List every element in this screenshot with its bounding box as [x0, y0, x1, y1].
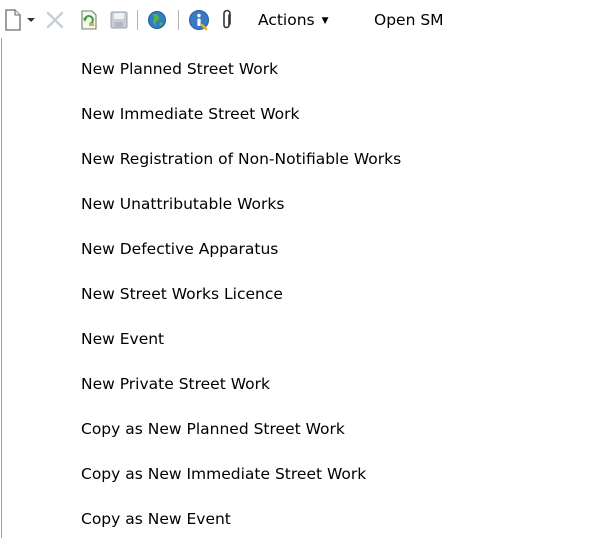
info-button[interactable]: [184, 8, 214, 32]
toolbar-separator: [137, 10, 138, 30]
menu-item-new-street-works-licence[interactable]: New Street Works Licence: [81, 278, 291, 310]
menu-item-new-private-street-work[interactable]: New Private Street Work: [81, 368, 278, 400]
chevron-down-icon: ▼: [321, 16, 329, 26]
toolbar: Actions ▼ Open SM: [0, 0, 593, 40]
new-document-button[interactable]: [4, 8, 40, 32]
attachment-button[interactable]: [214, 8, 240, 32]
globe-button[interactable]: [142, 8, 172, 32]
open-sm-button[interactable]: Open SM: [374, 8, 444, 32]
new-dropdown-menu: New Planned Street Work New Immediate St…: [1, 38, 591, 538]
menu-item-new-unattributable-works[interactable]: New Unattributable Works: [81, 188, 292, 220]
save-button[interactable]: [106, 8, 132, 32]
chevron-down-icon[interactable]: [26, 16, 36, 24]
new-document-icon: [5, 9, 21, 31]
screen: Actions ▼ Open SM New Planned Street Work…: [0, 0, 593, 538]
menu-item-copy-as-new-immediate-street-work[interactable]: Copy as New Immediate Street Work: [81, 458, 374, 490]
menu-item-new-planned-street-work[interactable]: New Planned Street Work: [81, 53, 286, 85]
refresh-document-button[interactable]: [76, 8, 102, 32]
menu-item-copy-as-new-event[interactable]: Copy as New Event: [81, 503, 239, 535]
delete-button[interactable]: [42, 8, 68, 32]
actions-label: Actions: [258, 11, 315, 29]
delete-x-icon: [46, 11, 64, 29]
open-sm-label: Open SM: [374, 11, 444, 29]
info-icon: [189, 10, 209, 31]
menu-item-new-event[interactable]: New Event: [81, 323, 172, 355]
actions-menu-button[interactable]: Actions ▼: [258, 8, 329, 32]
globe-icon: [148, 11, 166, 29]
menu-item-new-defective-apparatus[interactable]: New Defective Apparatus: [81, 233, 286, 265]
save-disk-icon: [110, 11, 128, 29]
menu-item-new-immediate-street-work[interactable]: New Immediate Street Work: [81, 98, 308, 130]
refresh-document-icon: [81, 10, 97, 30]
menu-item-copy-as-new-planned-street-work[interactable]: Copy as New Planned Street Work: [81, 413, 353, 445]
toolbar-separator: [178, 10, 179, 30]
paperclip-icon: [223, 9, 231, 29]
menu-item-new-registration-non-notifiable-works[interactable]: New Registration of Non-Notifiable Works: [81, 143, 409, 175]
